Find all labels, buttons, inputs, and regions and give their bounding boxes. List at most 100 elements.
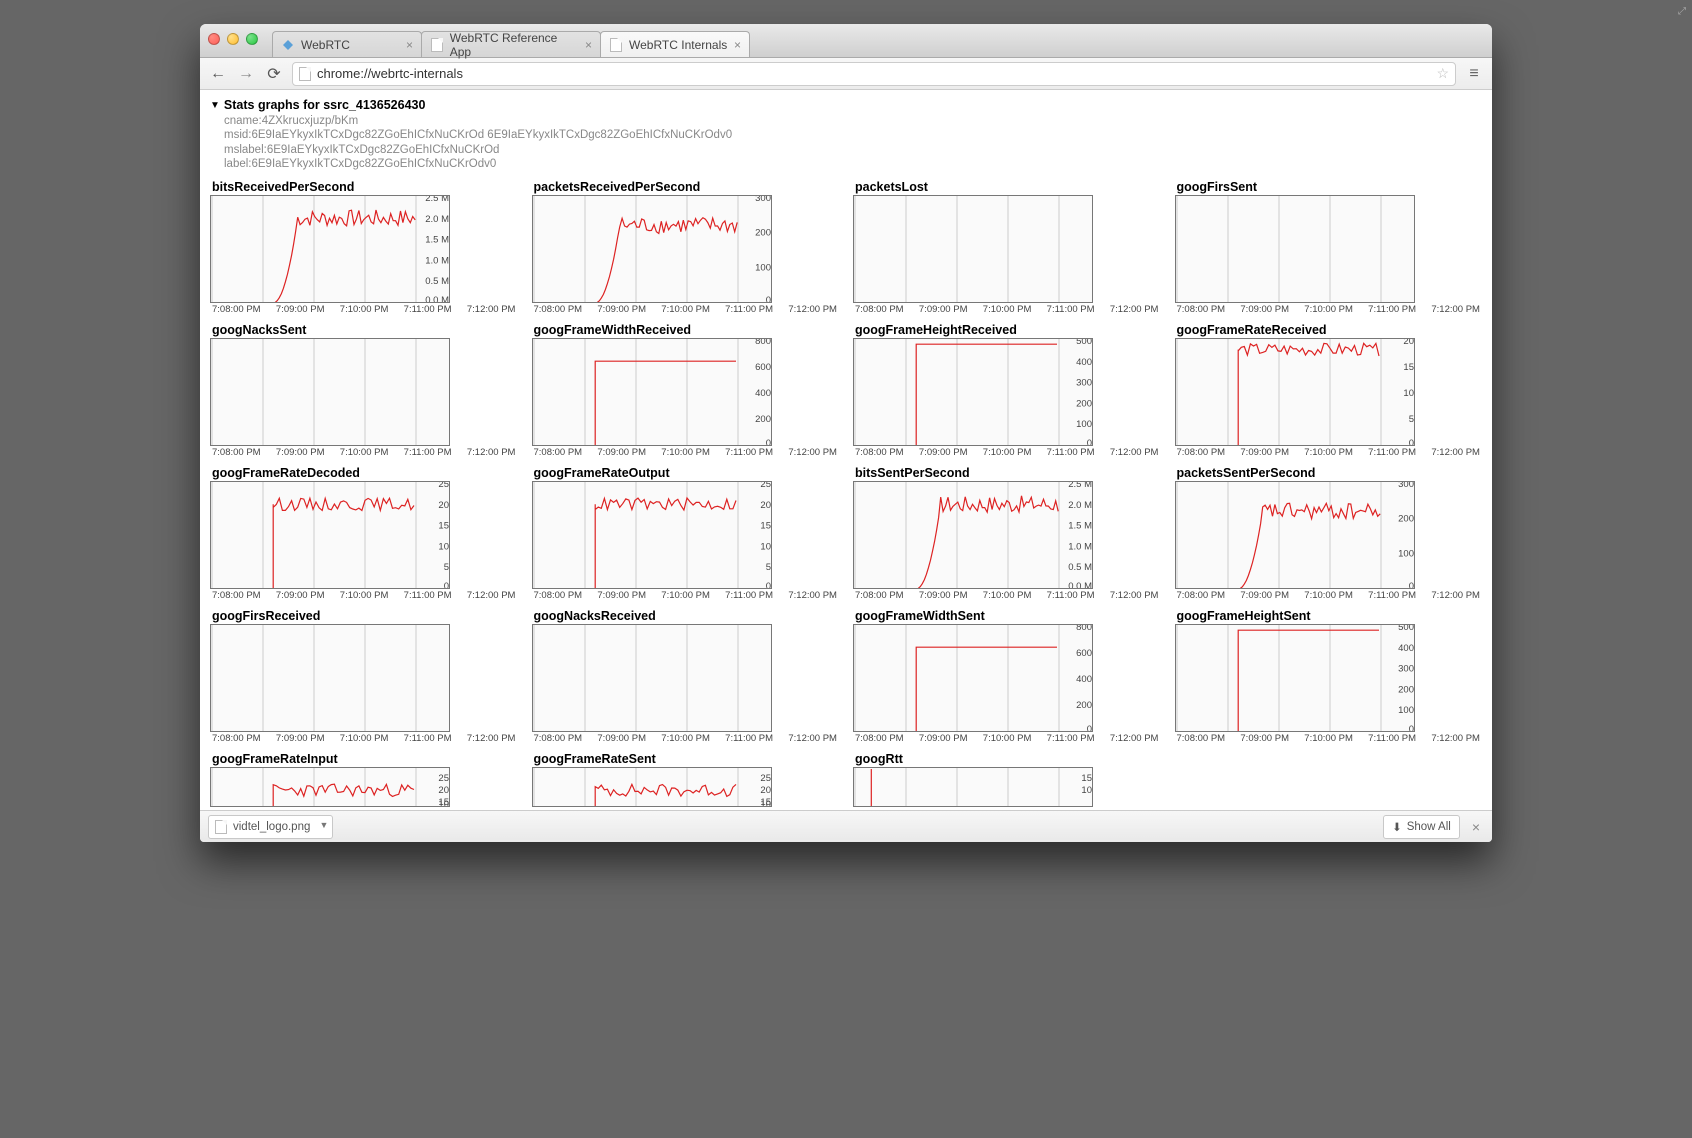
diamond-icon: [281, 38, 295, 52]
series-line: [534, 498, 736, 589]
chart-bitsSentPerSecond: bitsSentPerSecond2.5 M2.0 M1.5 M1.0 M0.5…: [853, 464, 1161, 601]
x-tick-label: 7:12:00 PM: [1110, 733, 1159, 744]
x-tick-label: 7:12:00 PM: [788, 304, 837, 315]
x-tick-label: 7:12:00 PM: [1431, 304, 1480, 315]
x-tick-label: 7:11:00 PM: [1368, 447, 1416, 458]
x-tick-label: 7:08:00 PM: [534, 590, 583, 601]
x-tick-label: 7:11:00 PM: [1047, 590, 1095, 601]
x-tick-label: 7:09:00 PM: [1240, 590, 1289, 601]
x-tick-label: 7:10:00 PM: [1304, 733, 1353, 744]
chart-plot: 8006004002000: [853, 624, 1093, 732]
y-tick-label: 400: [1076, 674, 1092, 685]
tab-2[interactable]: WebRTC Internals ×: [600, 31, 750, 57]
chart-googFrameRateReceived: googFrameRateReceived201510507:08:00 PM7…: [1175, 321, 1483, 458]
y-tick-label: 300: [1076, 377, 1092, 388]
y-tick-label: 100: [1076, 419, 1092, 430]
y-tick-label: 0: [765, 295, 770, 303]
series-line: [855, 647, 1057, 732]
y-tick-label: 200: [1076, 398, 1092, 409]
close-shelf-button[interactable]: ×: [1468, 819, 1484, 835]
show-all-downloads-button[interactable]: ⬇ Show All: [1383, 815, 1460, 839]
x-tick-label: 7:08:00 PM: [1177, 590, 1226, 601]
show-all-label: Show All: [1407, 821, 1451, 833]
x-tick-label: 7:09:00 PM: [597, 304, 646, 315]
x-axis-labels: 7:08:00 PM7:09:00 PM7:10:00 PM7:11:00 PM…: [1175, 447, 1483, 458]
x-tick-label: 7:09:00 PM: [276, 447, 325, 458]
section-title: Stats graphs for ssrc_4136526430: [224, 98, 426, 112]
x-axis-labels: 7:08:00 PM7:09:00 PM7:10:00 PM7:11:00 PM…: [532, 733, 840, 744]
x-tick-label: 7:12:00 PM: [1431, 590, 1480, 601]
omnibox[interactable]: chrome://webrtc-internals ☆: [292, 62, 1456, 86]
x-tick-label: 7:09:00 PM: [1240, 447, 1289, 458]
tab-1[interactable]: WebRTC Reference App×: [421, 31, 601, 57]
menu-button[interactable]: ≡: [1464, 65, 1484, 83]
bookmark-star-icon[interactable]: ☆: [1436, 65, 1449, 82]
chart-grid: bitsReceivedPerSecond2.5 M2.0 M1.5 M1.0 …: [210, 178, 1482, 807]
close-window-button[interactable]: [208, 33, 220, 45]
section-header[interactable]: ▼ Stats graphs for ssrc_4136526430: [210, 98, 1482, 112]
x-tick-label: 7:09:00 PM: [276, 590, 325, 601]
series-line: [855, 344, 1057, 446]
tab-title: WebRTC Internals: [629, 38, 727, 52]
y-tick-label: 0.5 M: [425, 276, 449, 287]
chevron-down-icon[interactable]: ▼: [319, 820, 328, 830]
y-tick-label: 20: [760, 499, 771, 510]
y-tick-label: 0.5 M: [1068, 562, 1092, 573]
download-item[interactable]: vidtel_logo.png ▼: [208, 815, 333, 839]
chart-plot: 2520151050: [210, 481, 450, 589]
chart-title: googFrameWidthReceived: [534, 323, 840, 337]
y-tick-label: 15: [760, 520, 771, 531]
chart-googFirsReceived: googFirsReceived7:08:00 PM7:09:00 PM7:10…: [210, 607, 518, 744]
y-tick-label: 0: [765, 581, 770, 589]
x-axis-labels: 7:08:00 PM7:09:00 PM7:10:00 PM7:11:00 PM…: [1175, 590, 1483, 601]
x-tick-label: 7:09:00 PM: [919, 447, 968, 458]
chart-plot: [1175, 195, 1415, 303]
close-tab-icon[interactable]: ×: [734, 38, 741, 52]
disclosure-triangle-icon[interactable]: ▼: [210, 100, 220, 111]
x-tick-label: 7:10:00 PM: [983, 733, 1032, 744]
y-tick-label: 400: [755, 388, 771, 399]
x-tick-label: 7:08:00 PM: [212, 447, 261, 458]
series-line: [534, 361, 736, 446]
x-tick-label: 7:10:00 PM: [1304, 447, 1353, 458]
chart-packetsReceivedPerSecond: packetsReceivedPerSecond30020010007:08:0…: [532, 178, 840, 315]
x-axis-labels: 7:08:00 PM7:09:00 PM7:10:00 PM7:11:00 PM…: [1175, 733, 1483, 744]
chart-packetsSentPerSecond: packetsSentPerSecond30020010007:08:00 PM…: [1175, 464, 1483, 601]
close-tab-icon[interactable]: ×: [585, 38, 592, 52]
tab-0[interactable]: WebRTC×: [272, 31, 422, 57]
x-tick-label: 7:11:00 PM: [404, 733, 452, 744]
chart-title: googFrameHeightSent: [1177, 609, 1483, 623]
chart-plot: 25201510: [532, 767, 772, 807]
y-tick-label: 100: [755, 262, 771, 273]
y-tick-label: 10: [1403, 388, 1414, 399]
chart-googFirsSent: googFirsSent7:08:00 PM7:09:00 PM7:10:00 …: [1175, 178, 1483, 315]
window-controls: [208, 33, 258, 45]
forward-button[interactable]: →: [236, 64, 256, 84]
chart-packetsLost: packetsLost7:08:00 PM7:09:00 PM7:10:00 P…: [853, 178, 1161, 315]
chart-plot: [210, 338, 450, 446]
y-tick-label: 10: [438, 541, 449, 552]
back-button[interactable]: ←: [208, 64, 228, 84]
chart-googFrameRateDecoded: googFrameRateDecoded25201510507:08:00 PM…: [210, 464, 518, 601]
chart-title: googFrameRateOutput: [534, 466, 840, 480]
minimize-window-button[interactable]: [227, 33, 239, 45]
x-axis-labels: 7:08:00 PM7:09:00 PM7:10:00 PM7:11:00 PM…: [853, 304, 1161, 315]
url-text: chrome://webrtc-internals: [317, 66, 463, 81]
reload-button[interactable]: ⟳: [264, 64, 284, 84]
x-tick-label: 7:09:00 PM: [1240, 304, 1289, 315]
chart-plot: 1510: [853, 767, 1093, 807]
zoom-window-button[interactable]: [246, 33, 258, 45]
chart-googFrameWidthSent: googFrameWidthSent80060040020007:08:00 P…: [853, 607, 1161, 744]
chart-bitsReceivedPerSecond: bitsReceivedPerSecond2.5 M2.0 M1.5 M1.0 …: [210, 178, 518, 315]
x-tick-label: 7:10:00 PM: [1304, 304, 1353, 315]
x-tick-label: 7:09:00 PM: [276, 733, 325, 744]
close-tab-icon[interactable]: ×: [406, 38, 413, 52]
x-tick-label: 7:09:00 PM: [919, 590, 968, 601]
chart-title: googFirsReceived: [212, 609, 518, 623]
x-tick-label: 7:08:00 PM: [212, 590, 261, 601]
chart-title: googFrameHeightReceived: [855, 323, 1161, 337]
x-tick-label: 7:12:00 PM: [1110, 590, 1159, 601]
tab-strip: WebRTC×WebRTC Reference App×WebRTC Inter…: [272, 24, 749, 57]
y-tick-label: 20: [438, 499, 449, 510]
y-tick-label: 20: [1403, 338, 1414, 347]
